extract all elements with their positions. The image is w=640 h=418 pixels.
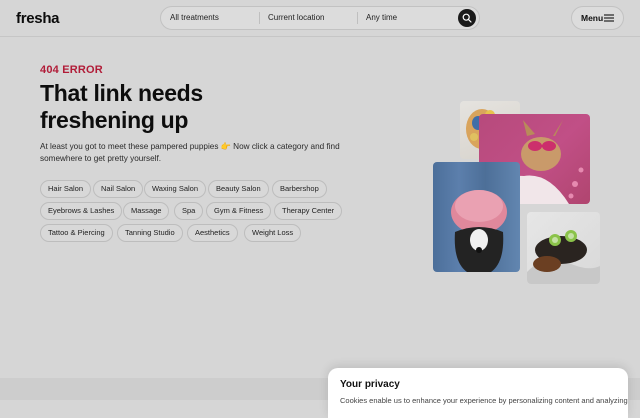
privacy-dialog: Your privacy Cookies enable us to enhanc… bbox=[328, 368, 628, 418]
hamburger-icon bbox=[604, 14, 614, 22]
search-icon bbox=[462, 13, 472, 23]
category-chip[interactable]: Waxing Salon bbox=[144, 180, 206, 198]
dog-photo-cucumber bbox=[527, 212, 600, 284]
privacy-title: Your privacy bbox=[340, 379, 400, 390]
search-bar[interactable]: All treatments Current location Any time bbox=[160, 6, 480, 30]
treatments-field[interactable]: All treatments bbox=[170, 7, 219, 29]
category-chip[interactable]: Weight Loss bbox=[244, 224, 302, 242]
search-divider bbox=[259, 12, 260, 24]
category-chip[interactable]: Gym & Fitness bbox=[206, 202, 272, 220]
time-field[interactable]: Any time bbox=[366, 7, 397, 29]
category-chip[interactable]: Nail Salon bbox=[93, 180, 144, 198]
page-title: That link needs freshening up bbox=[40, 80, 203, 133]
category-chip[interactable]: Tattoo & Piercing bbox=[40, 224, 113, 242]
menu-button[interactable]: Menu bbox=[571, 6, 624, 30]
privacy-text: Cookies enable us to enhance your experi… bbox=[340, 396, 628, 405]
category-chip[interactable]: Beauty Salon bbox=[208, 180, 269, 198]
search-divider bbox=[357, 12, 358, 24]
page-subtitle: At least you got to meet these pampered … bbox=[40, 142, 340, 163]
category-chip[interactable]: Aesthetics bbox=[187, 224, 238, 242]
search-button[interactable] bbox=[458, 9, 476, 27]
category-chip[interactable]: Hair Salon bbox=[40, 180, 92, 198]
error-code: 404 ERROR bbox=[40, 64, 103, 76]
top-header: fresha All treatments Current location A… bbox=[0, 0, 640, 37]
category-chip[interactable]: Eyebrows & Lashes bbox=[40, 202, 123, 220]
category-chip[interactable]: Tanning Studio bbox=[117, 224, 183, 242]
category-chip[interactable]: Spa bbox=[174, 202, 204, 220]
category-chip[interactable]: Therapy Center bbox=[274, 202, 343, 220]
location-field[interactable]: Current location bbox=[268, 7, 324, 29]
fresha-logo[interactable]: fresha bbox=[16, 10, 60, 27]
category-chip[interactable]: Barbershop bbox=[272, 180, 327, 198]
menu-label: Menu bbox=[581, 13, 604, 23]
category-chip[interactable]: Massage bbox=[123, 202, 170, 220]
dog-photo-hair-dryer bbox=[433, 162, 520, 272]
